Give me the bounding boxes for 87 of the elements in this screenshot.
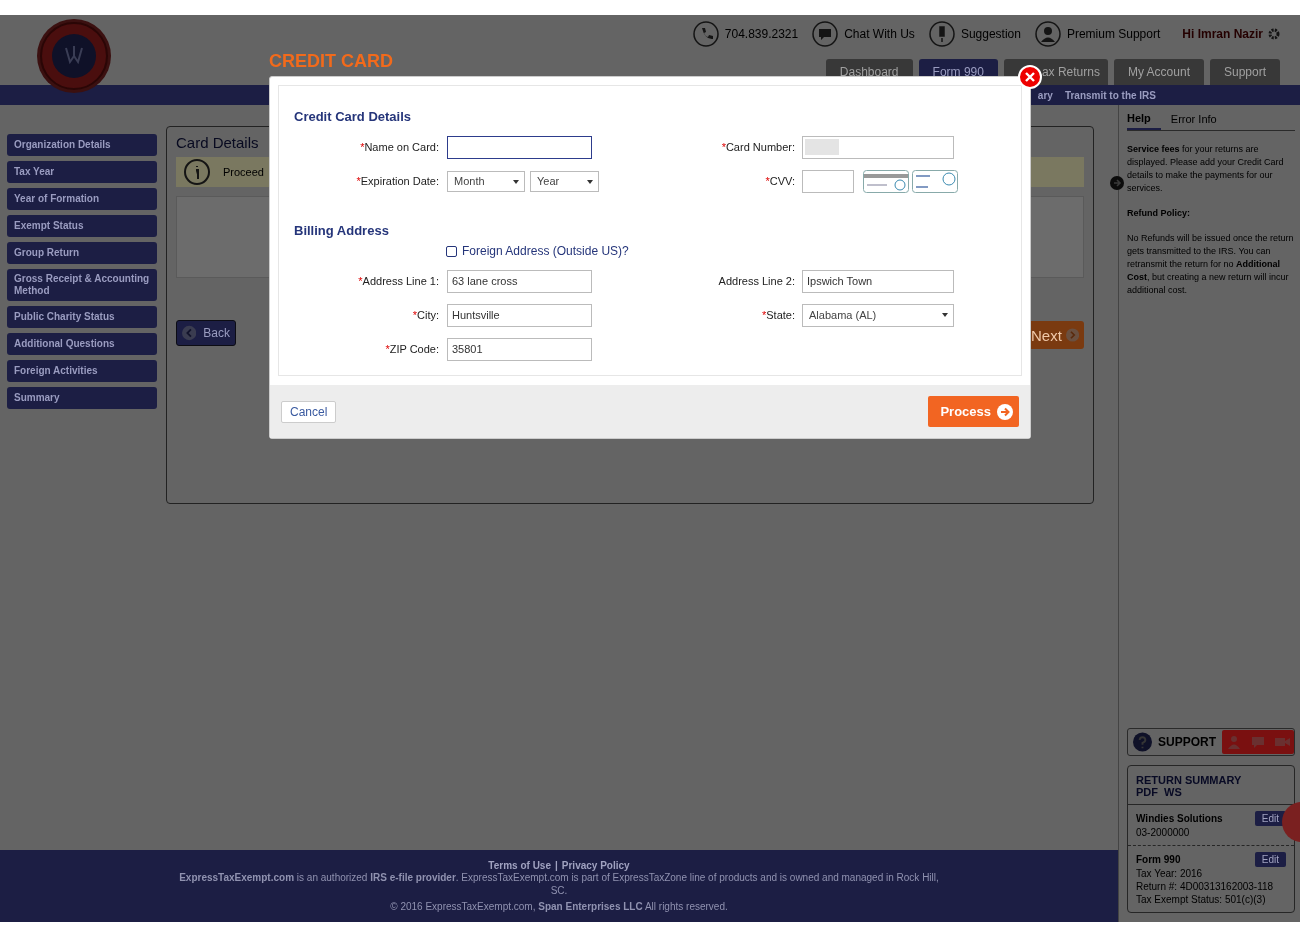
checkbox-label[interactable]: Foreign Address (Outside US)? xyxy=(462,244,629,258)
nav-tab[interactable]: My Account xyxy=(1113,59,1204,85)
summary-link[interactable]: WS xyxy=(1164,786,1182,798)
input-field[interactable] xyxy=(802,169,854,193)
input-field[interactable] xyxy=(447,135,592,159)
entry-detail: Return #: 4D00313162003-118 xyxy=(1136,880,1275,893)
input-field[interactable]: 63 lane cross xyxy=(447,269,592,293)
footer-link[interactable]: Privacy Policy xyxy=(561,859,630,871)
dropdown[interactable]: Alabama (AL) xyxy=(802,303,954,327)
copyright-text: © 2016 ExpressTaxExempt.com, Span Enterprises LLC All rights reserved. xyxy=(389,899,729,913)
caret-icon xyxy=(513,179,519,184)
dropdown[interactable]: Year xyxy=(530,170,599,192)
caret-icon xyxy=(587,179,593,184)
section-heading: Billing Address xyxy=(293,223,390,239)
caret-icon xyxy=(942,312,948,317)
sidebar-item[interactable]: Organization Details xyxy=(7,134,157,156)
sidebar-item[interactable]: Additional Questions xyxy=(7,333,157,355)
help-icon xyxy=(1133,732,1152,752)
field-label: *Expiration Date: xyxy=(355,175,440,187)
sidebar-item[interactable]: Tax Year xyxy=(7,161,157,183)
entry-detail: Tax Year: 2016 xyxy=(1136,867,1204,880)
sub-navigation-link[interactable]: ary xyxy=(1037,89,1053,101)
sidebar-item[interactable]: Exempt Status xyxy=(7,215,157,237)
field-label: *Address Line 1: xyxy=(357,275,440,287)
footer-link[interactable]: Terms of Use xyxy=(488,859,551,871)
contact-link[interactable]: 704.839.2321 xyxy=(724,27,799,41)
settings-icon[interactable] xyxy=(1268,28,1280,40)
contact-link[interactable]: Premium Support xyxy=(1066,27,1161,41)
contact-link[interactable]: Chat With Us xyxy=(844,27,915,41)
entry-detail: 03-2000000 xyxy=(1136,826,1191,839)
sub-navigation-link[interactable]: Transmit to the IRS xyxy=(1064,89,1156,101)
sidebar-item[interactable]: Group Return xyxy=(7,242,157,264)
sidebar-item[interactable]: Summary xyxy=(7,387,157,409)
footer-about-text: ExpressTaxExempt.com is an authorized IRS e-file provider. ExpressTaxExempt.com is part of ExpressTaxZone line of products and is owned and managed in Rock Hill, SC. xyxy=(179,871,939,897)
process-button[interactable]: Process xyxy=(928,396,1019,427)
entry-title: Windies Solutions xyxy=(1136,813,1223,824)
chat-bubble-icon[interactable] xyxy=(812,21,839,47)
help-tab[interactable]: Error Info xyxy=(1170,110,1227,130)
field-label: *Name on Card: xyxy=(359,141,440,153)
checkbox[interactable] xyxy=(446,245,457,257)
field-label: Address Line 2: xyxy=(717,275,796,287)
arrow-left-icon xyxy=(182,325,197,341)
user-greeting[interactable]: Hi Imran Nazir xyxy=(1182,27,1263,41)
sidebar-item[interactable]: Gross Receipt & Accounting Method xyxy=(7,269,157,301)
help-text: No Refunds will be issued once the return gets transmitted to the IRS. You can retransmit the return for no Additional Cost, but creating a new return will incur additional cost. xyxy=(1127,232,1295,297)
input-field[interactable] xyxy=(802,135,954,159)
field-label: *Card Number: xyxy=(720,141,796,153)
summary-title: RETURN SUMMARY xyxy=(1136,774,1243,786)
field-label: *State: xyxy=(760,309,796,321)
cancel-button[interactable]: Cancel xyxy=(281,400,337,423)
entry-title: Form 990 xyxy=(1136,854,1181,865)
sidebar-item[interactable]: Foreign Activities xyxy=(7,360,157,382)
arrow-right-icon[interactable] xyxy=(1110,176,1124,190)
help-tab[interactable]: Help xyxy=(1127,110,1161,130)
field-label: *CVV: xyxy=(764,175,796,187)
field-label: *ZIP Code: xyxy=(384,343,440,355)
input-field[interactable]: Ipswich Town xyxy=(802,269,954,293)
phone-icon[interactable] xyxy=(692,21,719,47)
back-button[interactable]: Back xyxy=(176,320,236,346)
masked-value xyxy=(805,139,839,155)
nav-tab[interactable]: Support xyxy=(1209,59,1280,85)
modal-title: CREDIT CARD xyxy=(269,50,393,73)
section-heading: Credit Card Details xyxy=(293,109,413,125)
arrow-right-icon xyxy=(997,403,1013,420)
credit-card-icon xyxy=(912,169,958,193)
person-icon[interactable] xyxy=(1034,21,1061,47)
credit-card-icon xyxy=(863,169,909,193)
close-icon xyxy=(1025,72,1035,82)
info-message: Proceed xyxy=(223,166,264,178)
sidebar-item[interactable]: Year of Formation xyxy=(7,188,157,210)
arrow-right-icon xyxy=(1065,327,1079,343)
contact-link[interactable]: Suggestion xyxy=(960,27,1021,41)
field-label: *City: xyxy=(411,309,440,321)
sidebar-item[interactable]: Public Charity Status xyxy=(7,306,157,328)
help-heading: Refund Policy: xyxy=(1127,207,1191,220)
summary-link[interactable]: PDF xyxy=(1136,786,1158,798)
dropdown[interactable]: Month xyxy=(447,170,525,192)
edit-button[interactable]: Edit xyxy=(1254,852,1286,867)
panel-title: Card Details xyxy=(176,134,259,151)
entry-detail: Tax Exempt Status: 501(c)(3) xyxy=(1136,893,1267,906)
input-field[interactable]: Huntsville xyxy=(447,303,592,327)
help-text: Service fees for your returns are displayed. Please add your Credit Card details to make the payments for our services. xyxy=(1127,143,1285,195)
input-field[interactable]: 35801 xyxy=(447,337,592,361)
edit-button[interactable]: Edit xyxy=(1254,811,1286,826)
support-label: SUPPORT xyxy=(1158,735,1216,749)
link-separator: | xyxy=(555,859,558,871)
info-icon xyxy=(183,158,211,186)
